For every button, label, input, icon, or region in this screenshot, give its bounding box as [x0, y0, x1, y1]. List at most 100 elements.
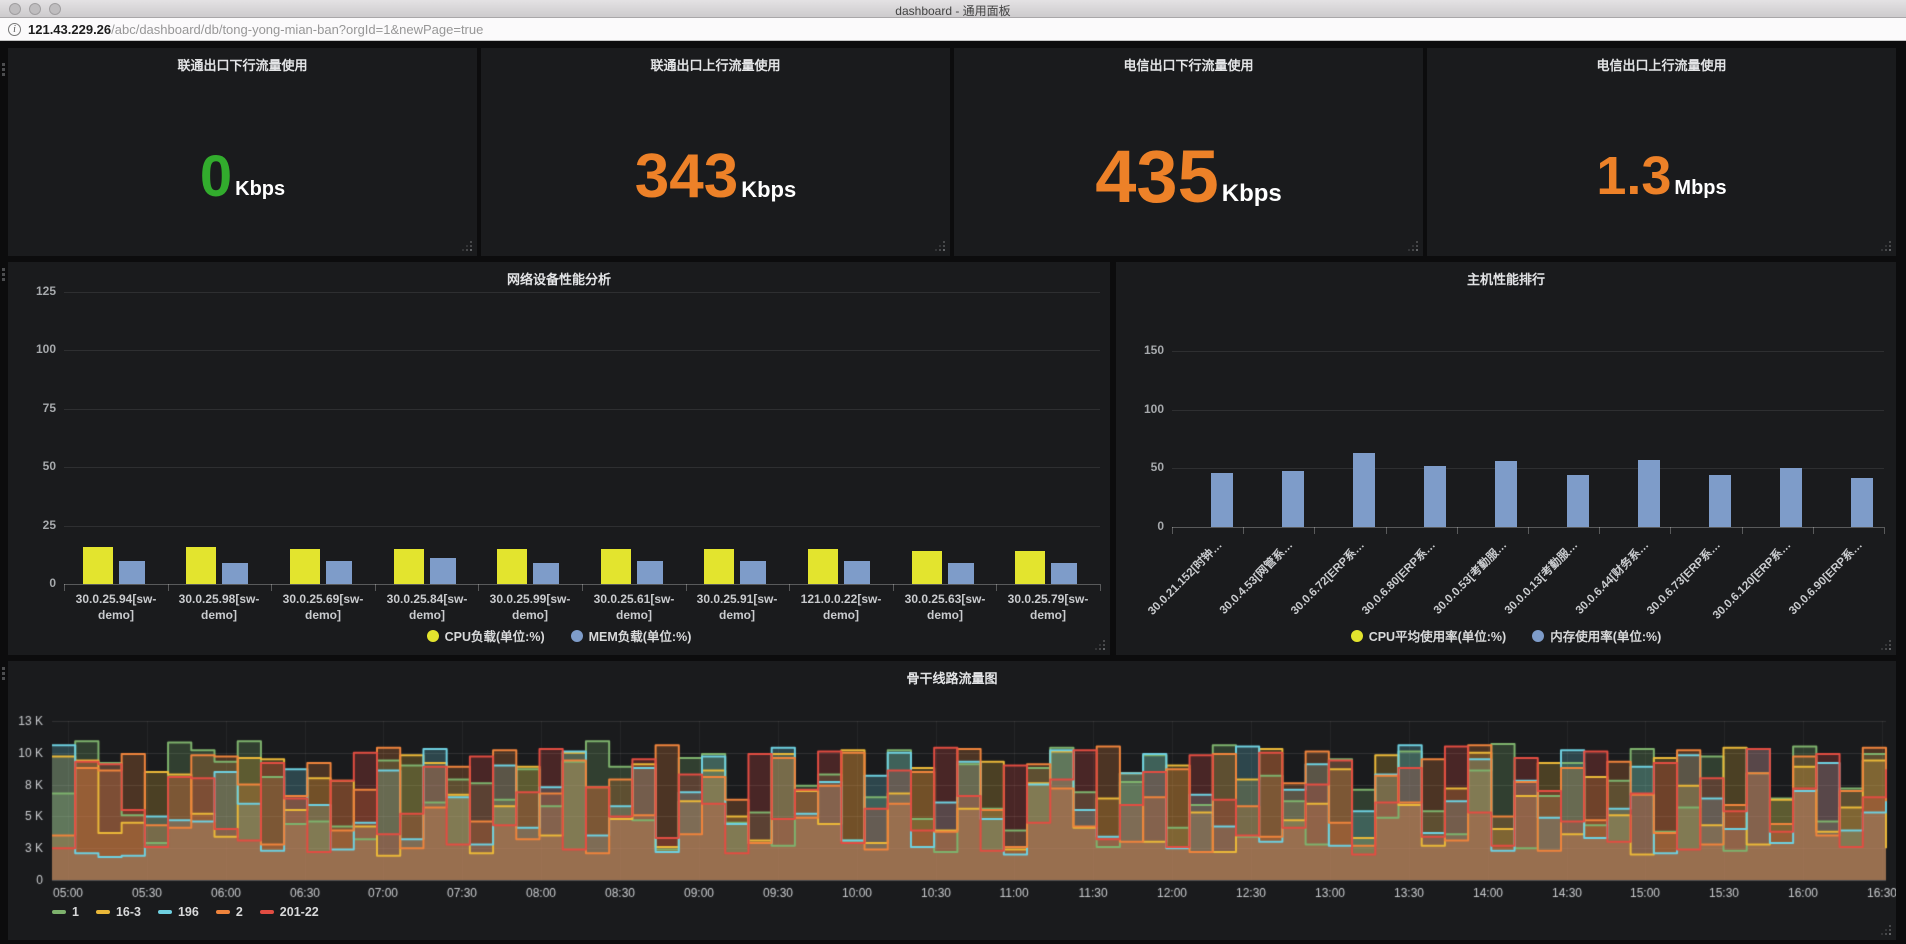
y-axis-tick-label: 50	[16, 459, 56, 473]
bar-MEM负载(单位:%)[interactable]	[637, 561, 663, 584]
bar-内存使用率(单位:%)[interactable]	[1424, 466, 1446, 527]
x-axis-category-label: 30.0.0.13[考勤服…	[1500, 537, 1580, 617]
bar-MEM负载(单位:%)[interactable]	[740, 561, 766, 584]
bar-MEM负载(单位:%)[interactable]	[1051, 563, 1077, 584]
legend-item-CPU负载(单位:%)[interactable]: CPU负载(单位:%)	[427, 626, 545, 645]
bar-MEM负载(单位:%)[interactable]	[326, 561, 352, 584]
y-axis-tick-label: 100	[1124, 402, 1164, 416]
bar-MEM负载(单位:%)[interactable]	[119, 561, 145, 584]
page-info-icon[interactable]: i	[8, 23, 21, 36]
x-axis-tick	[375, 584, 376, 591]
x-axis-category-label: 30.0.25.69[sw-demo]	[271, 592, 375, 623]
x-axis-category-label: 30.0.4.53[网管系…	[1216, 537, 1296, 617]
bar-CPU负载(单位:%)[interactable]	[186, 547, 216, 584]
bar-MEM负载(单位:%)[interactable]	[222, 563, 248, 584]
legend-label: 内存使用率(单位:%)	[1550, 626, 1661, 645]
panel-resize-grip[interactable]	[1889, 249, 1891, 251]
x-axis-category-label: 30.0.6.90[ERP系…	[1785, 537, 1866, 618]
panel-title[interactable]: 主机性能排行	[1116, 262, 1896, 286]
bar-MEM负载(单位:%)[interactable]	[533, 563, 559, 584]
row-menu-handle[interactable]	[2, 667, 5, 670]
x-axis-tick	[1599, 527, 1600, 534]
x-axis-tick	[1172, 527, 1173, 534]
x-axis-tick	[1386, 527, 1387, 534]
legend-item-内存使用率(单位:%)[interactable]: 内存使用率(单位:%)	[1532, 626, 1661, 645]
y-axis-tick-label: 125	[16, 284, 56, 298]
stat-panel-unicom-up: 联通出口上行流量使用 343Kbps	[481, 48, 950, 256]
row-menu-handle[interactable]	[2, 268, 5, 271]
line-chart-canvas[interactable]	[8, 661, 1896, 940]
bar-内存使用率(单位:%)[interactable]	[1709, 475, 1731, 527]
legend-label: CPU负载(单位:%)	[445, 626, 545, 645]
bar-CPU负载(单位:%)[interactable]	[394, 549, 424, 584]
bar-CPU负载(单位:%)[interactable]	[912, 551, 942, 584]
panel-resize-grip[interactable]	[470, 249, 472, 251]
grafana-dashboard: 联通出口下行流量使用 0Kbps 联通出口上行流量使用 343Kbps 电信出口…	[0, 41, 1906, 944]
legend-label: 2	[236, 905, 243, 919]
legend-item-2[interactable]: 2	[216, 905, 243, 919]
row-menu-handle[interactable]	[2, 63, 5, 66]
legend-item-201-22[interactable]: 201-22	[260, 905, 319, 919]
chart-legend: CPU负载(单位:%) MEM负载(单位:%)	[8, 626, 1110, 645]
x-axis-category-label: 30.0.25.61[sw-demo]	[582, 592, 686, 623]
legend-item-1[interactable]: 1	[52, 905, 79, 919]
x-axis-category-label: 30.0.6.44[财务系…	[1572, 537, 1652, 617]
bar-CPU负载(单位:%)[interactable]	[83, 547, 113, 584]
legend-item-MEM负载(单位:%)[interactable]: MEM负载(单位:%)	[571, 626, 692, 645]
panel-resize-grip[interactable]	[1889, 933, 1891, 935]
panel-title[interactable]: 电信出口上行流量使用	[1427, 48, 1896, 72]
legend-dash-icon	[96, 910, 110, 914]
bar-MEM负载(单位:%)[interactable]	[948, 563, 974, 584]
legend-item-196[interactable]: 196	[158, 905, 199, 919]
panel-resize-grip[interactable]	[943, 249, 945, 251]
panel-resize-grip[interactable]	[1889, 648, 1891, 650]
bar-内存使用率(单位:%)[interactable]	[1567, 475, 1589, 527]
x-axis-category-label: 30.0.6.73[ERP系…	[1642, 537, 1723, 618]
grid-line	[64, 467, 1100, 468]
x-axis-tick	[893, 584, 894, 591]
x-axis-category-label: 30.0.25.99[sw-demo]	[478, 592, 582, 623]
bar-内存使用率(单位:%)[interactable]	[1211, 473, 1233, 527]
bar-CPU负载(单位:%)[interactable]	[808, 549, 838, 584]
bar-CPU负载(单位:%)[interactable]	[704, 549, 734, 584]
panel-title[interactable]: 联通出口下行流量使用	[8, 48, 477, 72]
legend-dash-icon	[158, 910, 172, 914]
bar-MEM负载(单位:%)[interactable]	[430, 558, 456, 584]
bar-内存使用率(单位:%)[interactable]	[1780, 468, 1802, 527]
bar-CPU负载(单位:%)[interactable]	[1015, 551, 1045, 584]
x-axis-tick	[478, 584, 479, 591]
bar-内存使用率(单位:%)[interactable]	[1638, 460, 1660, 527]
bar-CPU负载(单位:%)[interactable]	[497, 549, 527, 584]
panel-resize-grip[interactable]	[1416, 249, 1418, 251]
legend-label: 201-22	[280, 905, 319, 919]
stat-panel-unicom-down: 联通出口下行流量使用 0Kbps	[8, 48, 477, 256]
bar-CPU负载(单位:%)[interactable]	[290, 549, 320, 584]
bar-内存使用率(单位:%)[interactable]	[1495, 461, 1517, 527]
bar-CPU负载(单位:%)[interactable]	[601, 549, 631, 584]
y-axis-tick-label: 50	[1124, 460, 1164, 474]
bar-内存使用率(单位:%)[interactable]	[1353, 453, 1375, 527]
x-axis-tick	[1100, 584, 1101, 591]
x-axis-category-label: 30.0.6.80[ERP系…	[1358, 537, 1439, 618]
legend-label: 16-3	[116, 905, 141, 919]
x-axis-category-label: 121.0.0.22[sw-demo]	[789, 592, 893, 623]
panel-title[interactable]: 联通出口上行流量使用	[481, 48, 950, 72]
url-host: 121.43.229.26	[28, 22, 111, 37]
panel-title[interactable]: 电信出口下行流量使用	[954, 48, 1423, 72]
legend-item-CPU平均使用率(单位:%)[interactable]: CPU平均使用率(单位:%)	[1351, 626, 1507, 645]
x-axis-category-label: 30.0.25.94[sw-demo]	[64, 592, 168, 623]
bar-内存使用率(单位:%)[interactable]	[1282, 471, 1304, 527]
chart-legend: 1 16-3 196 2 201-22	[52, 905, 319, 919]
address-bar[interactable]: i 121.43.229.26/abc/dashboard/db/tong-yo…	[0, 18, 1906, 41]
x-axis-category-label: 30.0.25.63[sw-demo]	[893, 592, 997, 623]
bar-内存使用率(单位:%)[interactable]	[1851, 478, 1873, 527]
panel-resize-grip[interactable]	[1103, 648, 1105, 650]
legend-item-16-3[interactable]: 16-3	[96, 905, 141, 919]
x-axis-tick	[996, 584, 997, 591]
panel-title[interactable]: 网络设备性能分析	[8, 262, 1110, 286]
x-axis-tick	[64, 584, 65, 591]
bar-MEM负载(单位:%)[interactable]	[844, 561, 870, 584]
grid-line	[1172, 468, 1884, 469]
x-axis-category-label: 30.0.0.53[考勤服…	[1429, 537, 1509, 617]
x-axis-category-label: 30.0.25.84[sw-demo]	[375, 592, 479, 623]
